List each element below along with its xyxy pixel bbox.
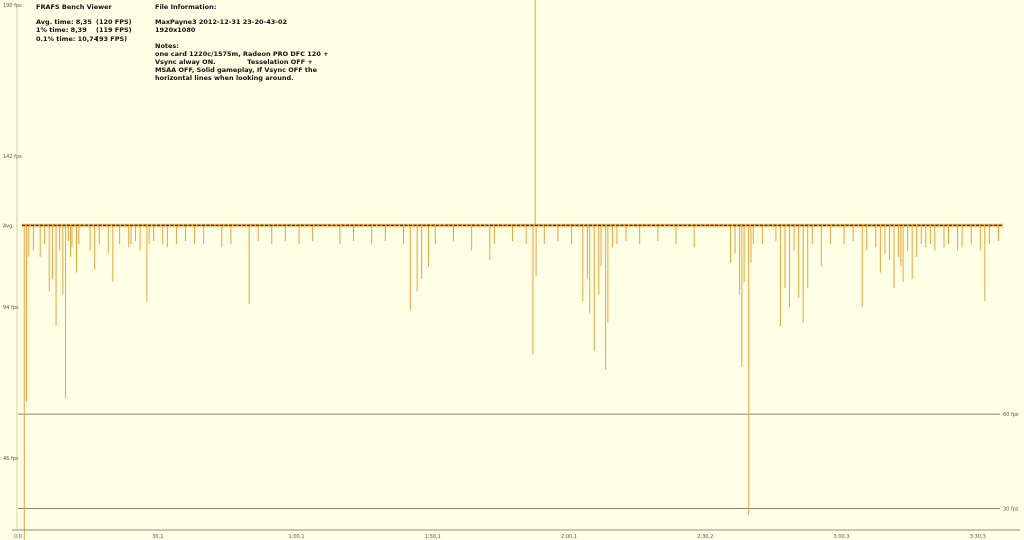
- y-tick-label: 46 fps: [3, 456, 19, 462]
- stat-1pct-label: 1% time: 8,39: [36, 26, 87, 35]
- app-title: FRAFS Bench Viewer: [36, 3, 112, 11]
- stat-avg-label: Avg. time: 8,35: [36, 18, 92, 27]
- file-info-heading: File Information:: [155, 3, 217, 11]
- x-tick-label: 2:30,2: [697, 534, 713, 540]
- reference-label-60: 60 fps: [1003, 412, 1019, 418]
- file-resolution: 1920x1080: [155, 26, 196, 35]
- y-tick-label: 94 fps: [3, 305, 19, 311]
- stat-avg-fps: (120 FPS): [96, 18, 132, 27]
- notes-heading: Notes:: [155, 41, 179, 50]
- frametime-chart: 60 fps 30 fps 190 fps 142 fps Avg. 94 fps 46 …: [3, 0, 1020, 540]
- stat-01pct-label: 0.1% time: 10,74: [36, 34, 99, 43]
- stat-01pct-fps: (93 FPS): [96, 34, 128, 43]
- y-tick-label: 190 fps: [3, 3, 22, 9]
- stat-01pct: 0.1% time: 10,74(93 FPS): [36, 35, 132, 43]
- stat-avg: Avg. time: 8,35 (120 FPS): [36, 18, 132, 26]
- y-tick-label: 142 fps: [3, 154, 22, 160]
- x-tick-label: 1:00,1: [289, 534, 305, 540]
- x-tick-label: 3:30,3: [970, 534, 986, 540]
- x-tick-label: 30,1: [152, 534, 163, 540]
- x-tick-label: 3:00,3: [834, 534, 850, 540]
- stats-panel: FRAFS Bench Viewer Avg. time: 8,35 (120 F…: [36, 3, 132, 43]
- file-info-panel: File Information: MaxPayne3 2012-12-31 2…: [155, 3, 329, 83]
- y-tick-label: Avg.: [3, 223, 14, 229]
- x-tick-label: 1:30,1: [425, 534, 441, 540]
- notes-line: MSAA OFF, Solid gameplay, If Vsync OFF t…: [155, 66, 318, 75]
- notes-line: one card 1220c/1575m, Radeon PRO DFC 120…: [155, 49, 329, 58]
- x-tick-label: 2:00,1: [561, 534, 577, 540]
- notes-line: Vsync alway ON. Tesselation OFF +: [155, 58, 313, 67]
- reference-label-30: 30 fps: [1003, 507, 1019, 513]
- x-tick-label: 0,0: [14, 534, 22, 540]
- frafs-bench-viewer: 60 fps 30 fps 190 fps 142 fps Avg. 94 fps 46 …: [0, 0, 1024, 540]
- notes-line: horizontal lines when looking around.: [155, 74, 294, 83]
- stat-1pct: 1% time: 8,39 (119 FPS): [36, 26, 132, 34]
- stat-1pct-fps: (119 FPS): [96, 26, 132, 35]
- file-name: MaxPayne3 2012-12-31 23-20-43-02: [155, 18, 287, 27]
